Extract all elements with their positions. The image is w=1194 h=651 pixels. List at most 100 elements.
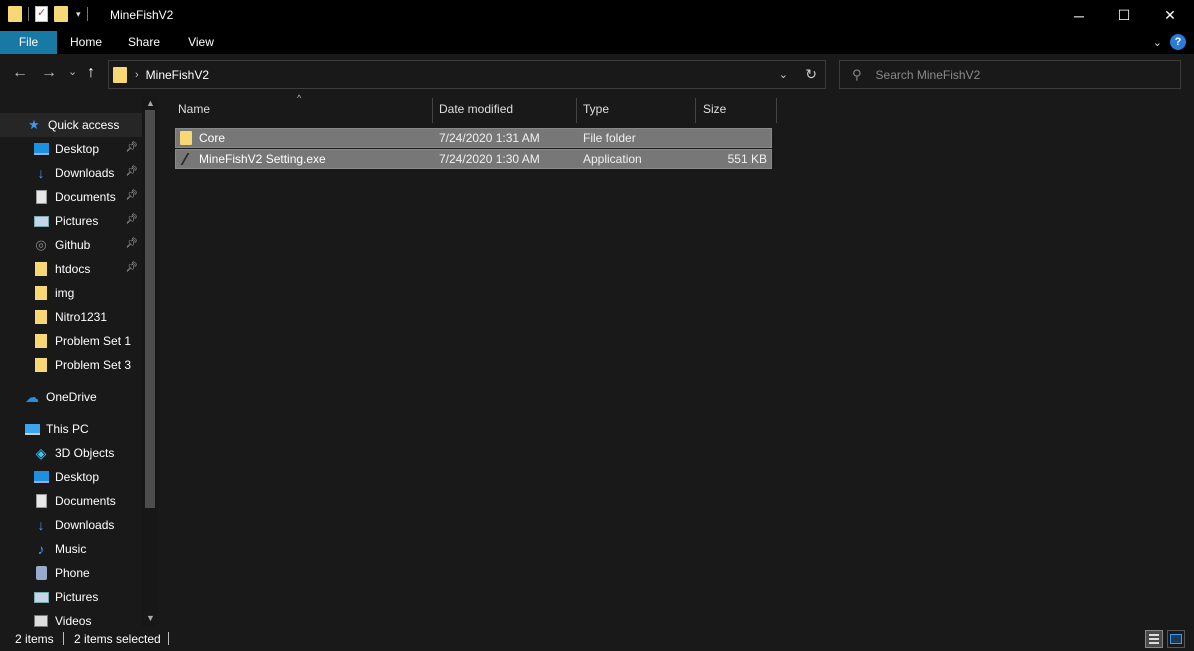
sidebar-item-pictures[interactable]: Pictures [0,585,142,609]
sidebar-item-label: Downloads [55,518,115,532]
forward-button[interactable]: → [41,64,57,82]
download-icon: ↓ [37,517,45,533]
star-icon: ★ [28,117,40,132]
sidebar-item-videos[interactable]: Videos [0,609,142,627]
close-button[interactable]: ✕ [1147,0,1193,31]
column-divider[interactable] [432,98,433,123]
folder-icon [33,285,49,301]
search-input[interactable] [875,67,1156,82]
sidebar-item-github[interactable]: ◎ Github 📌︎ [0,233,142,257]
item-count: 2 items [15,632,54,646]
sidebar-item-label: Nitro1231 [55,310,108,324]
column-divider[interactable] [776,98,777,123]
minimize-button[interactable]: ─ [1056,0,1102,31]
scroll-up-icon[interactable]: ▲ [146,98,155,108]
download-icon: ↓ [37,165,45,181]
table-row[interactable]: Core 7/24/2020 1:31 AM File folder [175,128,772,148]
properties-icon[interactable] [35,6,48,22]
column-header-size[interactable]: Size [703,96,726,123]
folder-icon [33,333,49,349]
customize-toolbar-chevron-icon[interactable]: ▾ [76,9,81,20]
video-icon [33,613,49,627]
pin-icon: 📌︎ [125,262,138,273]
breadcrumb-item[interactable]: MineFishV2 [146,68,209,82]
sidebar-item-desktop[interactable]: Desktop 📌︎ [0,137,142,161]
sidebar-item-documents[interactable]: Documents [0,489,142,513]
divider [28,7,29,21]
file-list: ^ Name Date modified Type Size Core 7/24… [158,93,1194,627]
tab-share[interactable]: Share [119,31,169,54]
sidebar-item-label: Pictures [55,590,99,604]
cloud-icon: ☁ [25,388,39,405]
file-date: 7/24/2020 1:31 AM [439,131,540,145]
status-bar: 2 items 2 items selected [0,627,1194,651]
sidebar-item-label: Phone [55,566,90,580]
pictures-icon [33,589,49,605]
sidebar-item-nitro1231[interactable]: Nitro1231 [0,305,142,329]
sidebar-item-documents[interactable]: Documents 📌︎ [0,185,142,209]
large-icons-view-button[interactable] [1167,630,1185,648]
sidebar-item-quick-access[interactable]: ★ Quick access [0,113,142,137]
search-box[interactable]: ⚲ [839,60,1181,89]
file-size: 551 KB [727,152,767,166]
window-title: MineFishV2 [110,8,174,22]
sidebar-item-img[interactable]: img [0,281,142,305]
music-icon: ♪ [37,541,45,557]
sidebar-item-music[interactable]: ♪ Music [0,537,142,561]
divider [168,632,169,645]
folder-icon [33,261,49,277]
pin-icon: 📌︎ [125,166,138,177]
sidebar-item-3d-objects[interactable]: ◈ 3D Objects [0,441,142,465]
column-divider[interactable] [576,98,577,123]
sidebar-item-problem-set-1[interactable]: Problem Set 1 [0,329,142,353]
tab-home[interactable]: Home [61,31,111,54]
pin-icon: 📌︎ [125,238,138,249]
sidebar-item-this-pc[interactable]: This PC [0,417,142,441]
address-history-chevron-icon[interactable]: ⌄ [779,68,788,81]
column-header-type[interactable]: Type [583,96,609,123]
column-divider[interactable] [695,98,696,123]
sidebar-item-desktop[interactable]: Desktop [0,465,142,489]
column-header-name[interactable]: Name [178,96,210,123]
breadcrumb-chevron-icon[interactable]: › [135,69,139,81]
sidebar-item-downloads[interactable]: ↓ Downloads 📌︎ [0,161,142,185]
refresh-button[interactable]: ↻ [805,66,817,83]
quick-access-toolbar: ▾ [8,6,88,22]
sidebar-item-downloads[interactable]: ↓ Downloads [0,513,142,537]
help-icon[interactable]: ? [1170,34,1186,50]
scroll-down-icon[interactable]: ▼ [146,613,155,623]
sidebar-item-label: Desktop [55,142,100,156]
sidebar-item-htdocs[interactable]: htdocs 📌︎ [0,257,142,281]
sidebar-scrollbar[interactable]: ▲ ▼ [142,96,158,627]
address-bar[interactable]: › MineFishV2 ⌄ ↻ [108,60,826,89]
sidebar-item-label: Quick access [48,118,120,132]
folder-icon [8,6,22,22]
expand-ribbon-chevron-icon[interactable]: ⌄ [1153,36,1162,49]
desktop-icon [33,469,49,485]
new-folder-icon[interactable] [54,6,68,22]
column-header-date-modified[interactable]: Date modified [439,96,513,123]
sidebar-item-label: img [55,286,75,300]
details-view-button[interactable] [1145,630,1163,648]
pin-icon: 📌︎ [125,142,138,153]
maximize-button[interactable]: ☐ [1101,0,1147,31]
tab-file[interactable]: File [0,31,57,54]
details-view-icon [1149,634,1159,644]
sidebar-item-label: Documents [55,494,116,508]
sidebar-item-phone[interactable]: Phone [0,561,142,585]
pin-icon: 📌︎ [125,190,138,201]
table-row[interactable]: MineFishV2 Setting.exe 7/24/2020 1:30 AM… [175,149,772,169]
phone-icon [33,565,49,581]
scrollbar-thumb[interactable] [145,110,155,508]
folder-icon [113,66,127,83]
sidebar-item-problem-set-3[interactable]: Problem Set 3 [0,353,142,377]
document-icon [33,493,49,509]
up-button[interactable]: ↑ [87,64,95,82]
sidebar-item-pictures[interactable]: Pictures 📌︎ [0,209,142,233]
recent-locations-button[interactable]: ⌄ [68,65,77,78]
back-button[interactable]: ← [12,64,28,82]
document-icon [33,189,49,205]
tab-view[interactable]: View [176,31,226,54]
sidebar-item-onedrive[interactable]: ☁ OneDrive [0,385,142,409]
application-icon [180,153,200,168]
